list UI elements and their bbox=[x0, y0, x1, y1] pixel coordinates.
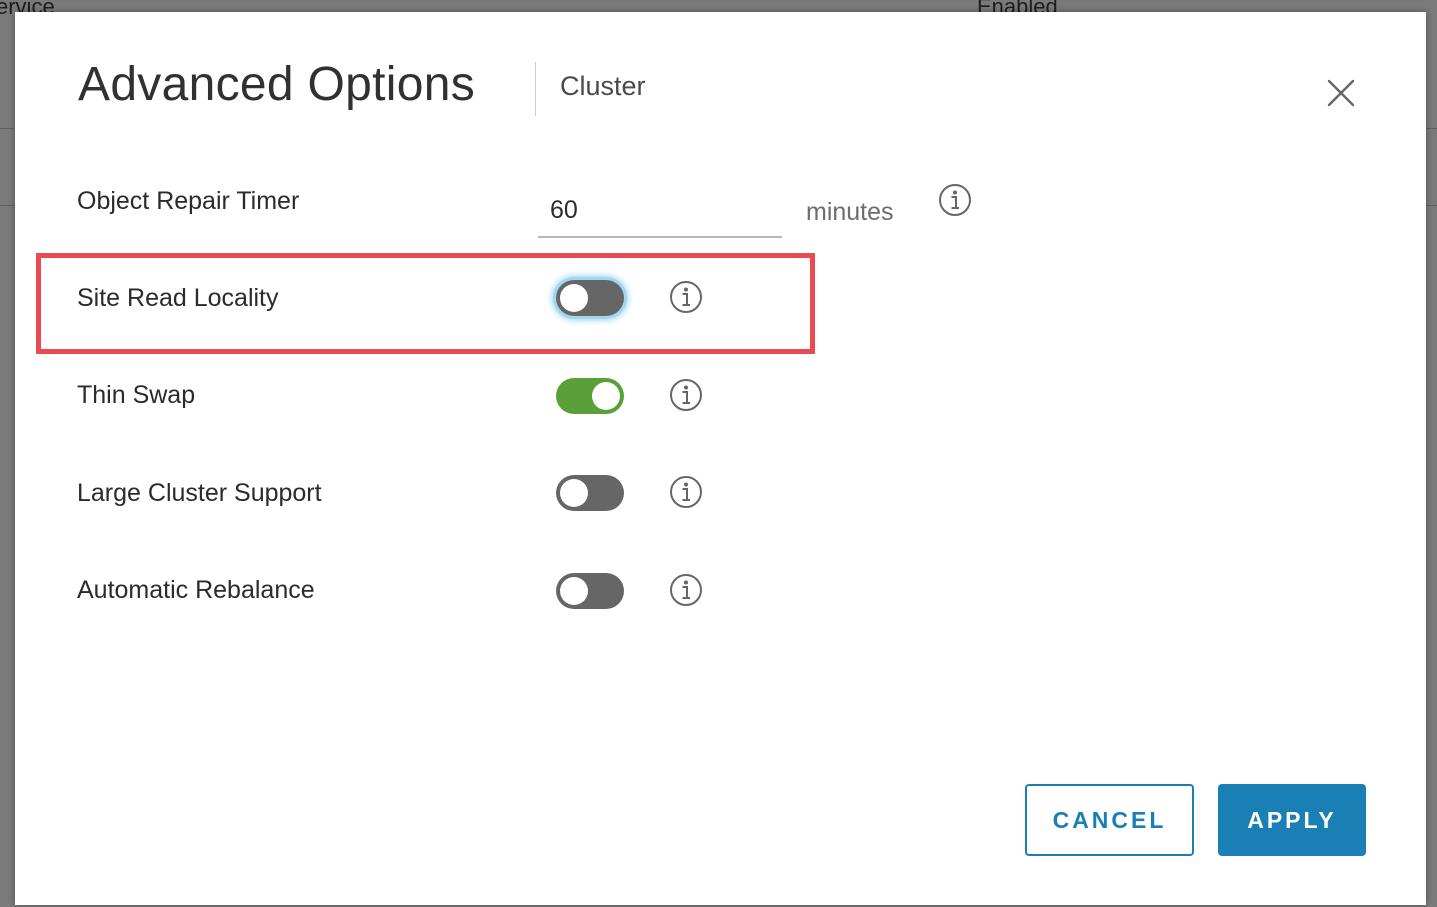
toggle-knob bbox=[560, 577, 588, 605]
large-cluster-support-label: Large Cluster Support bbox=[77, 479, 322, 507]
apply-button[interactable]: APPLY bbox=[1218, 784, 1366, 856]
info-icon-glyph bbox=[670, 476, 702, 508]
object-repair-timer-unit: minutes bbox=[806, 198, 894, 226]
toggle-knob bbox=[560, 479, 588, 507]
toggle-knob bbox=[592, 382, 620, 410]
close-icon bbox=[1327, 79, 1355, 107]
info-icon-glyph bbox=[670, 281, 702, 313]
advanced-options-dialog: Advanced Options Cluster Object Repair T… bbox=[15, 12, 1426, 905]
large-cluster-support-toggle[interactable] bbox=[556, 475, 624, 511]
close-button[interactable] bbox=[1320, 72, 1360, 112]
automatic-rebalance-toggle[interactable] bbox=[556, 573, 624, 609]
info-icon[interactable] bbox=[668, 377, 704, 413]
info-icon-glyph bbox=[939, 184, 971, 216]
title-divider bbox=[535, 62, 536, 116]
info-icon[interactable] bbox=[668, 474, 704, 510]
info-icon[interactable] bbox=[668, 279, 704, 315]
object-repair-timer-label: Object Repair Timer bbox=[77, 187, 300, 215]
info-icon-glyph bbox=[670, 379, 702, 411]
info-icon[interactable] bbox=[668, 572, 704, 608]
site-read-locality-label: Site Read Locality bbox=[77, 284, 279, 312]
dialog-title: Advanced Options bbox=[78, 58, 476, 111]
automatic-rebalance-label: Automatic Rebalance bbox=[77, 576, 315, 604]
dialog-subtitle: Cluster bbox=[560, 71, 646, 101]
thin-swap-toggle[interactable] bbox=[556, 378, 624, 414]
cancel-button[interactable]: CANCEL bbox=[1025, 784, 1194, 856]
thin-swap-label: Thin Swap bbox=[77, 381, 196, 409]
toggle-knob bbox=[560, 284, 588, 312]
info-icon-glyph bbox=[670, 574, 702, 606]
info-icon[interactable] bbox=[937, 182, 973, 218]
object-repair-timer-input[interactable] bbox=[538, 184, 782, 238]
site-read-locality-toggle[interactable] bbox=[556, 280, 624, 316]
